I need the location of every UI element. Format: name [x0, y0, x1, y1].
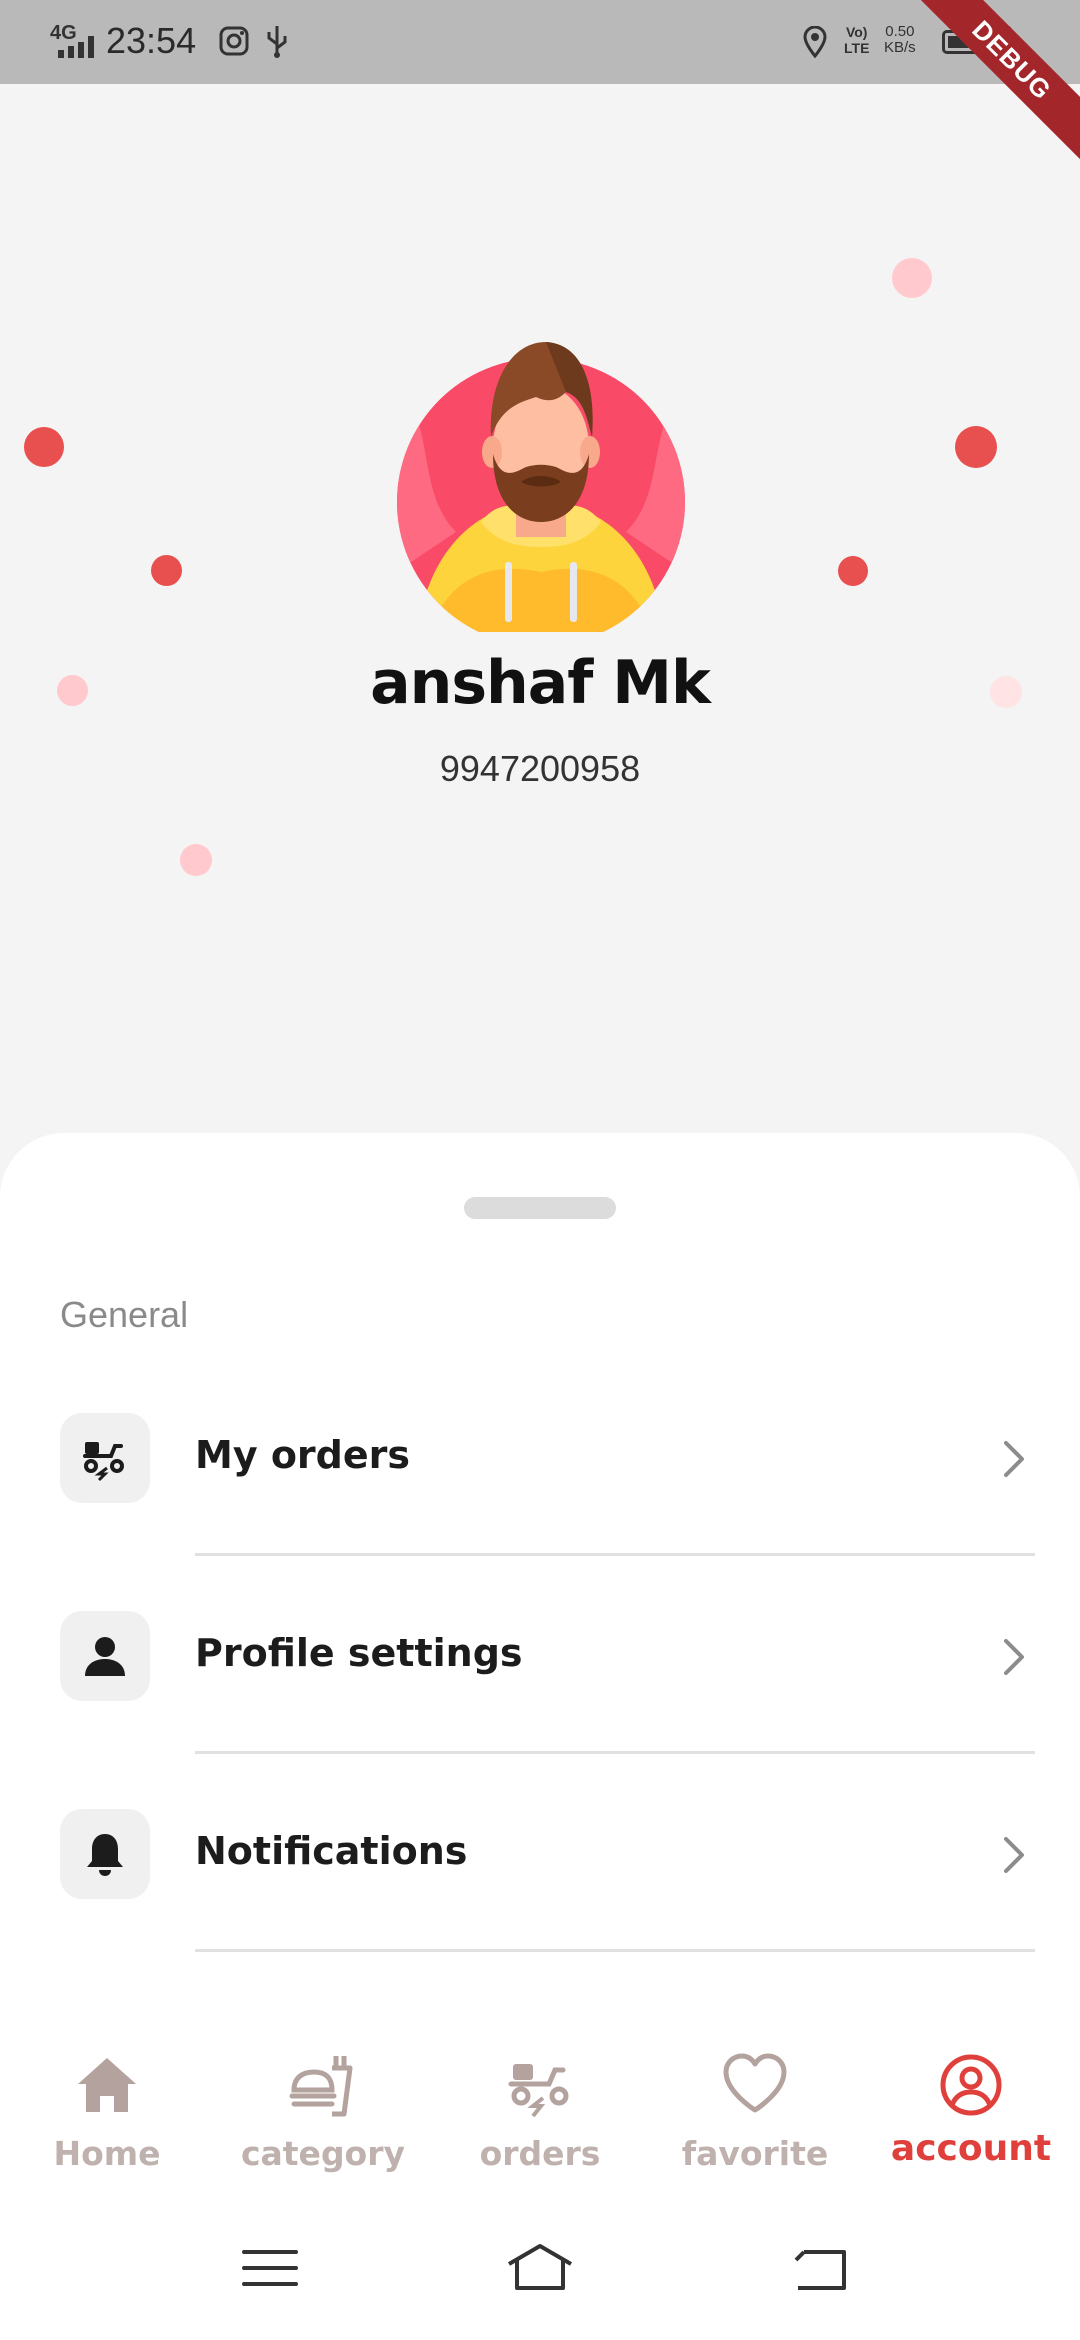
menu-item-notifications[interactable]: Notifications — [60, 1809, 1036, 1901]
location-icon — [803, 26, 827, 58]
avatar — [397, 342, 685, 632]
menu-icon[interactable] — [236, 2238, 306, 2298]
nav-item-account[interactable]: account — [871, 2050, 1071, 2190]
scooter-icon — [508, 2064, 569, 2118]
nav-label: Home — [53, 2134, 161, 2173]
chevron-right-icon — [1004, 1639, 1024, 1675]
nav-label: category — [240, 2134, 406, 2173]
person-icon — [60, 1611, 150, 1701]
chevron-right-icon — [1004, 1837, 1024, 1873]
account-circle-icon — [940, 2054, 1002, 2116]
back-icon[interactable] — [788, 2238, 858, 2298]
usb-icon — [267, 26, 287, 58]
divider — [195, 1553, 1035, 1556]
decorative-dot — [180, 844, 212, 876]
nav-label: orders — [479, 2134, 601, 2173]
nav-label: account — [890, 2128, 1052, 2169]
decorative-dot — [24, 427, 64, 467]
bell-icon — [60, 1809, 150, 1899]
nav-item-orders[interactable]: orders — [440, 2050, 640, 2190]
volte-indicator: Vo) LTE — [844, 24, 870, 56]
menu-item-label: Profile settings — [195, 1631, 523, 1675]
user-phone: 9947200958 — [439, 748, 641, 789]
system-nav-bar — [0, 2210, 1080, 2340]
signal-icon — [58, 36, 94, 58]
home-icon — [78, 2058, 136, 2112]
scooter-icon — [60, 1413, 150, 1503]
nav-item-favorite[interactable]: favorite — [655, 2050, 855, 2190]
nav-label: favorite — [681, 2134, 829, 2173]
chevron-right-icon — [1004, 1441, 1024, 1477]
menu-item-label: Notifications — [195, 1829, 468, 1873]
menu-item-label: My orders — [195, 1433, 410, 1477]
home-button-icon[interactable] — [505, 2238, 575, 2298]
menu-item-profile-settings[interactable]: Profile settings — [60, 1611, 1036, 1703]
decorative-dot — [838, 556, 868, 586]
nav-item-category[interactable]: category — [223, 2050, 423, 2190]
drag-handle[interactable] — [464, 1197, 616, 1219]
nav-item-home[interactable]: Home — [7, 2050, 207, 2190]
section-title: General — [60, 1294, 189, 1335]
food-tray-icon — [289, 2056, 353, 2117]
heart-icon — [723, 2053, 787, 2113]
bottom-nav: Home category orders favorite account — [0, 2040, 1080, 2200]
decorative-dot — [955, 426, 997, 468]
clock: 23:54 — [106, 20, 197, 61]
decorative-dot — [151, 555, 182, 586]
divider — [195, 1751, 1035, 1754]
instagram-icon — [219, 26, 249, 56]
decorative-dot — [892, 258, 932, 298]
divider — [195, 1949, 1035, 1952]
menu-item-my-orders[interactable]: My orders — [60, 1413, 1036, 1505]
user-name: anshaf Mk — [370, 648, 711, 718]
status-bar: 4G 23:54 Vo) LTE 0.50 KB/s — [0, 0, 1080, 84]
network-speed: 0.50 KB/s — [884, 23, 916, 56]
